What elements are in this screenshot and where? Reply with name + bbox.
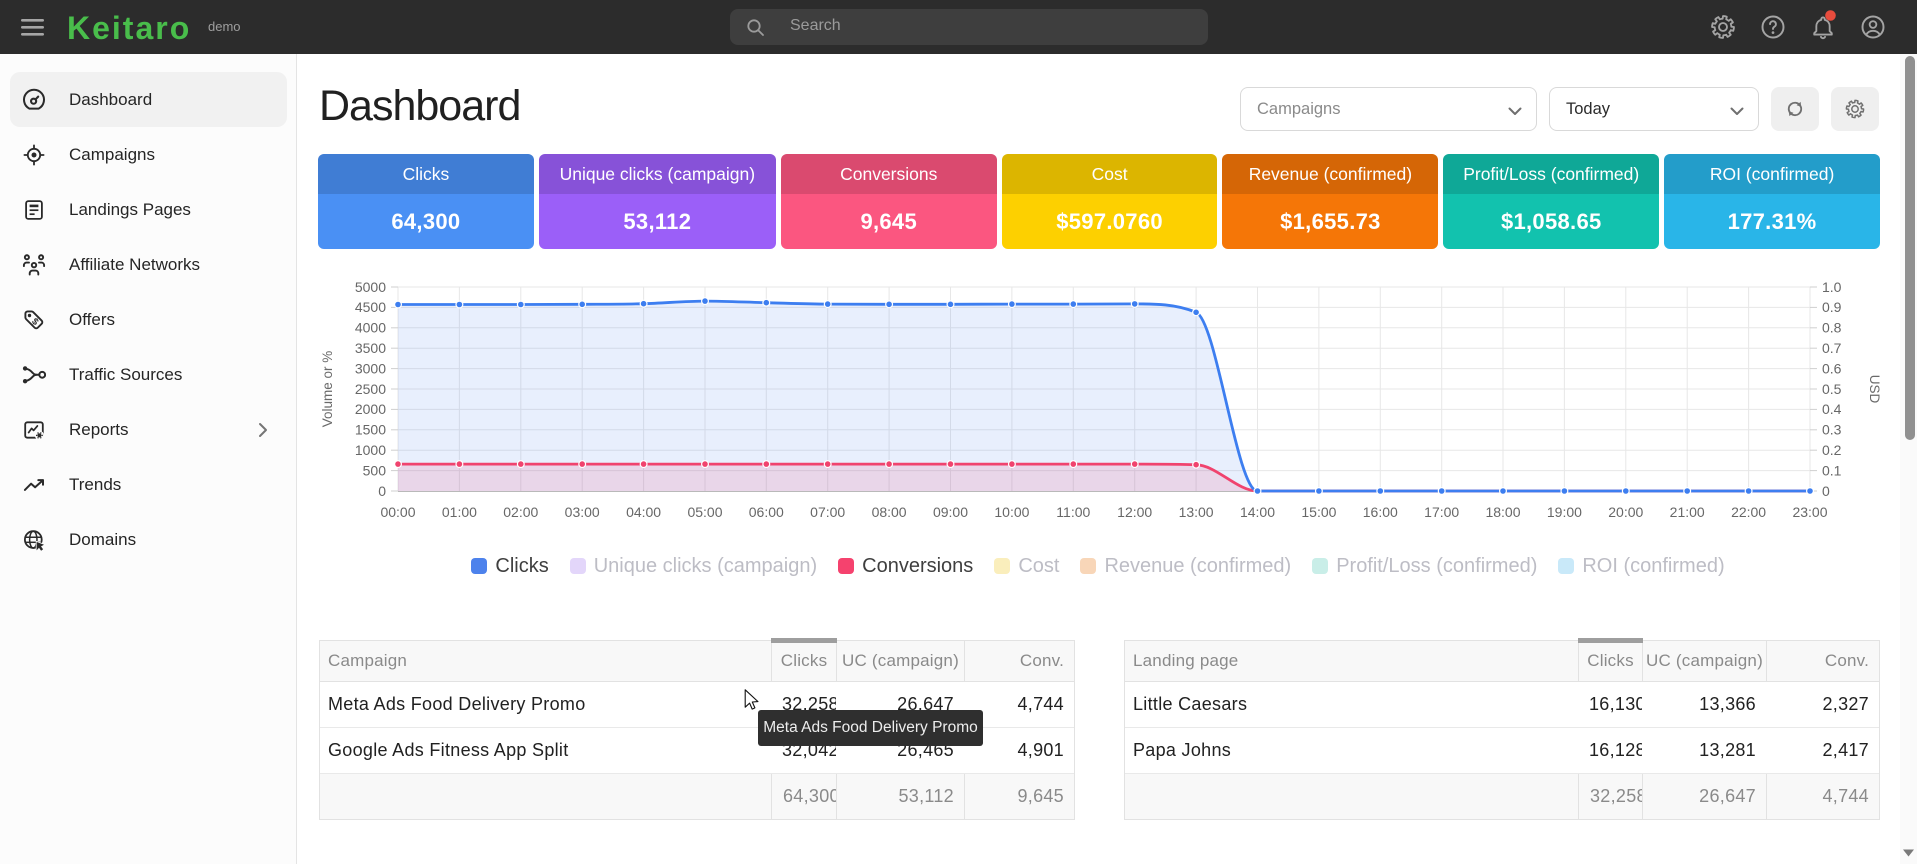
svg-text:2000: 2000 (355, 401, 386, 417)
svg-text:500: 500 (363, 462, 387, 478)
svg-text:00:00: 00:00 (380, 504, 415, 520)
svg-text:1000: 1000 (355, 442, 386, 458)
svg-text:06:00: 06:00 (749, 504, 784, 520)
svg-text:11:00: 11:00 (1056, 504, 1090, 520)
svg-text:0.3: 0.3 (1822, 422, 1842, 438)
svg-text:1500: 1500 (355, 422, 386, 438)
svg-text:05:00: 05:00 (687, 504, 722, 520)
svg-text:0.6: 0.6 (1822, 360, 1842, 376)
svg-text:USD: USD (1867, 375, 1882, 404)
svg-text:14:00: 14:00 (1240, 504, 1275, 520)
svg-text:09:00: 09:00 (933, 504, 968, 520)
svg-text:0: 0 (1822, 483, 1830, 499)
svg-text:08:00: 08:00 (872, 504, 907, 520)
svg-text:0.2: 0.2 (1822, 442, 1842, 458)
svg-text:0.8: 0.8 (1822, 320, 1842, 336)
svg-text:0.1: 0.1 (1822, 462, 1842, 478)
svg-text:20:00: 20:00 (1608, 504, 1643, 520)
svg-text:4500: 4500 (355, 299, 386, 315)
svg-text:1.0: 1.0 (1822, 279, 1842, 295)
svg-text:2500: 2500 (355, 381, 386, 397)
svg-text:10:00: 10:00 (994, 504, 1029, 520)
svg-text:0.5: 0.5 (1822, 381, 1842, 397)
svg-text:0: 0 (378, 483, 386, 499)
svg-text:3000: 3000 (355, 360, 386, 376)
svg-text:0.7: 0.7 (1822, 340, 1842, 356)
svg-text:23:00: 23:00 (1792, 504, 1827, 520)
svg-text:04:00: 04:00 (626, 504, 661, 520)
svg-text:4000: 4000 (355, 320, 386, 336)
svg-text:12:00: 12:00 (1117, 504, 1152, 520)
svg-text:13:00: 13:00 (1179, 504, 1214, 520)
svg-text:19:00: 19:00 (1547, 504, 1582, 520)
svg-text:15:00: 15:00 (1301, 504, 1336, 520)
svg-text:17:00: 17:00 (1424, 504, 1459, 520)
svg-text:02:00: 02:00 (503, 504, 538, 520)
svg-text:0.9: 0.9 (1822, 299, 1842, 315)
svg-text:18:00: 18:00 (1485, 504, 1520, 520)
svg-text:3500: 3500 (355, 340, 386, 356)
svg-text:5000: 5000 (355, 279, 386, 295)
svg-text:16:00: 16:00 (1363, 504, 1398, 520)
svg-text:0.4: 0.4 (1822, 401, 1842, 417)
svg-text:22:00: 22:00 (1731, 504, 1766, 520)
svg-text:01:00: 01:00 (442, 504, 477, 520)
svg-text:07:00: 07:00 (810, 504, 845, 520)
svg-text:Volume or %: Volume or % (320, 351, 335, 428)
svg-text:21:00: 21:00 (1670, 504, 1705, 520)
svg-text:03:00: 03:00 (565, 504, 600, 520)
